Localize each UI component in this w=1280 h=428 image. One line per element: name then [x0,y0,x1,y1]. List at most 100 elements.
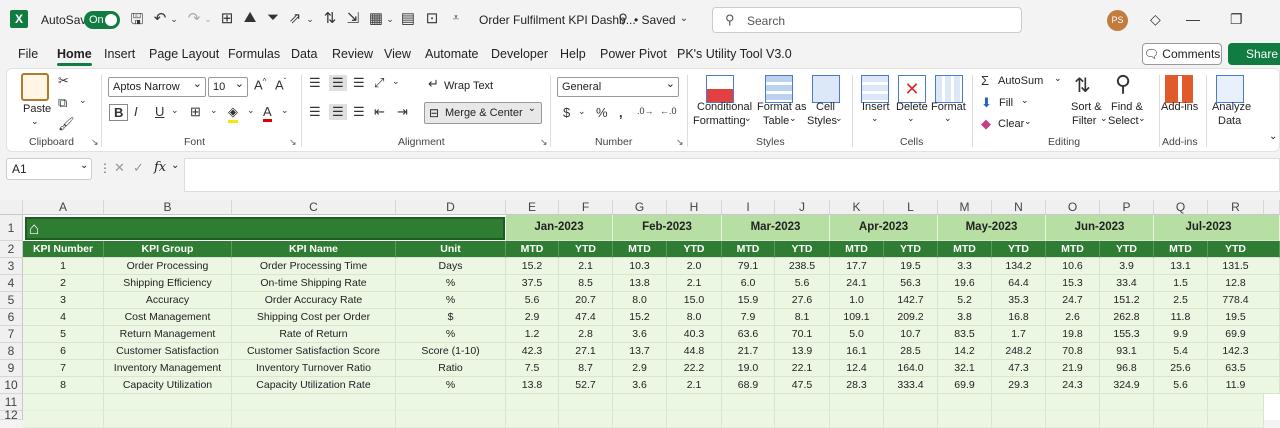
sort-filter-line1[interactable]: Sort & [1071,101,1102,113]
select-all-corner[interactable] [0,200,23,215]
kpi-cell[interactable]: Capacity Utilization [104,377,232,394]
increase-decimal-icon[interactable]: .0→ [637,106,654,116]
empty-cell[interactable] [1208,394,1264,411]
value-cell[interactable]: 64.4 [992,275,1046,292]
conditional-formatting-dropdown-icon[interactable]: ⌄ [744,113,752,124]
value-cell[interactable]: 238.5 [775,258,830,275]
value-cell[interactable]: 3.6 [613,377,667,394]
month-header-overflow[interactable] [1262,215,1280,241]
mtd-ytd-header[interactable]: MTD [506,241,559,258]
kpi-cell[interactable]: Inventory Turnover Ratio [232,360,396,377]
insert-cells-button[interactable]: Insert [862,101,890,113]
border-dropdown-icon[interactable]: ⌄ [210,105,218,116]
value-cell[interactable]: 13.8 [613,275,667,292]
format-as-table-line2[interactable]: Table [763,115,789,127]
value-cell[interactable]: 6.0 [722,275,775,292]
month-header[interactable]: Mar-2023 [722,215,830,241]
name-box-dropdown-icon[interactable]: ⌄ [80,160,88,171]
value-cell[interactable]: 35.3 [992,292,1046,309]
empty-cell[interactable] [884,394,938,411]
value-cell[interactable]: 2.9 [613,360,667,377]
value-cell[interactable]: 5.6 [506,292,559,309]
value-cell[interactable]: 10.3 [613,258,667,275]
row-header-3[interactable]: 3 [0,258,23,275]
column-header-h[interactable]: H [667,200,722,215]
value-cell[interactable]: 47.4 [559,309,613,326]
value-cell[interactable]: 9.9 [1154,326,1208,343]
cell-styles-line2[interactable]: Styles [807,115,837,127]
value-cell[interactable]: 8.1 [775,309,830,326]
tab-power-pivot[interactable]: Power Pivot [600,47,667,61]
value-cell[interactable]: 69.9 [938,377,992,394]
column-header-a[interactable]: A [23,200,104,215]
comments-button[interactable]: 🗨 Comments [1142,43,1222,65]
value-cell[interactable]: 248.2 [992,343,1046,360]
tab-home[interactable]: Home [57,47,92,66]
empty-cell[interactable] [722,394,775,411]
value-cell-overflow[interactable] [1262,292,1280,309]
kpi-cell[interactable]: Ratio [396,360,506,377]
value-cell[interactable]: 1.2 [506,326,559,343]
row-header-7[interactable]: 7 [0,326,23,343]
format-painter-icon[interactable]: ⇲ [343,9,363,27]
value-cell[interactable]: 134.2 [992,258,1046,275]
merge-dropdown-icon[interactable]: ⌄ [528,103,536,114]
value-cell[interactable]: 27.6 [775,292,830,309]
mtd-ytd-header[interactable]: YTD [884,241,938,258]
empty-cell[interactable] [1046,394,1100,411]
value-cell[interactable]: 24.7 [1046,292,1100,309]
more-options-icon[interactable]: ⋮ [99,161,111,175]
mtd-ytd-header[interactable]: MTD [830,241,884,258]
value-cell[interactable]: 109.1 [830,309,884,326]
column-header-b[interactable]: B [104,200,232,215]
fill-icon[interactable]: ⬇ [981,95,992,111]
kpi-cell[interactable]: Customer Satisfaction [104,343,232,360]
find-select-line1[interactable]: Find & [1111,101,1143,113]
value-cell[interactable]: 15.2 [613,309,667,326]
fill-color-dropdown-icon[interactable]: ⌄ [247,105,255,116]
sort-filter-line2[interactable]: Filter [1072,115,1096,127]
column-title[interactable]: KPI Group [104,241,232,258]
tab-file[interactable]: File [18,47,38,61]
increase-indent-icon[interactable]: ⇥ [397,104,408,120]
kpi-cell[interactable]: On-time Shipping Rate [232,275,396,292]
align-bottom-icon[interactable]: ☰ [353,75,365,91]
column-header-e[interactable]: E [506,200,559,215]
kpi-cell[interactable]: % [396,377,506,394]
row-header-2[interactable]: 2 [0,241,23,258]
value-cell[interactable]: 19.5 [884,258,938,275]
column-header-n[interactable]: N [992,200,1046,215]
value-cell[interactable]: 32.1 [938,360,992,377]
wrap-text-icon[interactable]: ↵ [428,76,439,92]
decrease-indent-icon[interactable]: ⇤ [374,104,385,120]
kpi-cell[interactable]: Days [396,258,506,275]
underline-dropdown-icon[interactable]: ⌄ [171,105,179,116]
value-cell[interactable]: 151.2 [1100,292,1154,309]
column-header-g[interactable]: G [613,200,667,215]
tab-page-layout[interactable]: Page Layout [149,47,219,61]
analyze-data-icon[interactable] [1216,75,1244,103]
find-select-line2[interactable]: Select [1108,115,1139,127]
value-cell[interactable]: 24.1 [830,275,884,292]
value-cell[interactable]: 28.5 [884,343,938,360]
fill-dropdown-icon[interactable]: ⌄ [1021,95,1029,106]
value-cell[interactable]: 1.7 [992,326,1046,343]
row-header-4[interactable]: 4 [0,275,23,292]
delete-cells-button[interactable]: Delete [896,101,928,113]
tab-developer[interactable]: Developer [491,47,548,61]
value-cell[interactable]: 21.9 [1046,360,1100,377]
value-cell[interactable]: 15.3 [1046,275,1100,292]
value-cell[interactable]: 25.6 [1154,360,1208,377]
value-cell[interactable]: 47.3 [992,360,1046,377]
font-size-select[interactable]: 10 [208,75,248,97]
mtd-ytd-header[interactable]: YTD [667,241,722,258]
value-cell[interactable]: 14.2 [938,343,992,360]
empty-cell[interactable] [559,394,613,411]
month-header[interactable]: Jan-2023 [506,215,613,241]
value-cell[interactable]: 2.1 [667,275,722,292]
mtd-ytd-header[interactable]: MTD [722,241,775,258]
borders-icon[interactable]: ⊞ [217,9,237,27]
value-cell[interactable]: 5.2 [938,292,992,309]
value-cell[interactable]: 68.9 [722,377,775,394]
row-header-6[interactable]: 6 [0,309,23,326]
